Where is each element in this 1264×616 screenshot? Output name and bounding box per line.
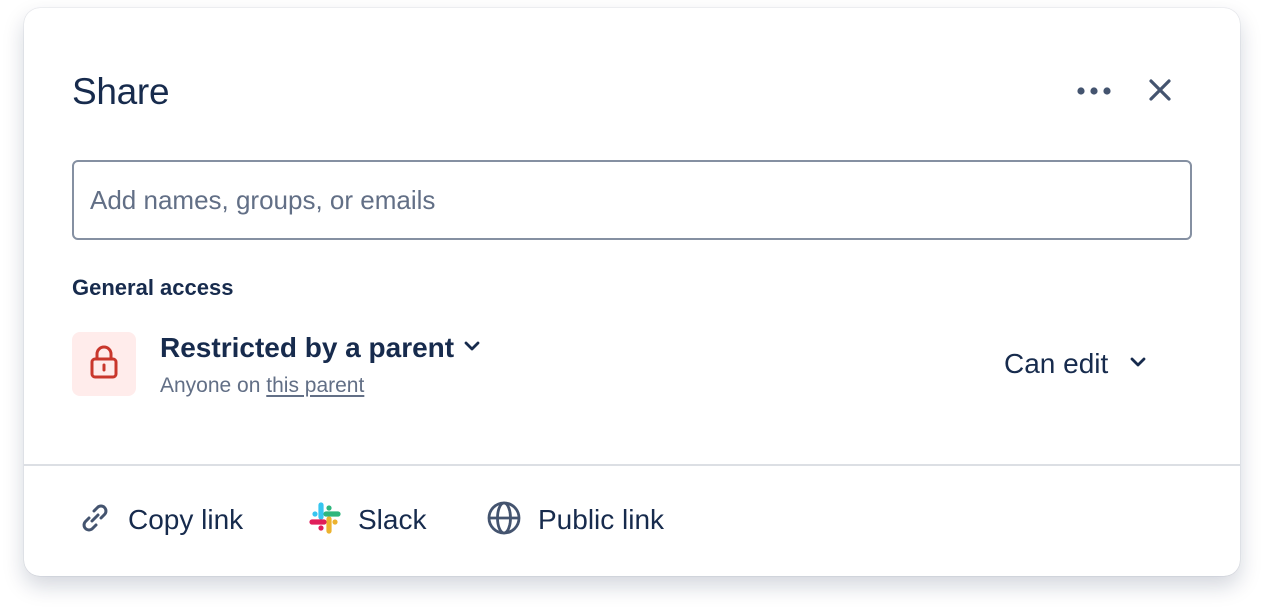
general-access-label: General access bbox=[72, 275, 234, 300]
copy-link-button[interactable]: Copy link bbox=[78, 496, 243, 544]
copy-link-label: Copy link bbox=[128, 504, 244, 535]
permission-label: Can edit bbox=[1004, 348, 1109, 379]
globe-icon bbox=[486, 500, 522, 541]
chevron-down-icon bbox=[464, 339, 480, 357]
slack-icon bbox=[308, 501, 342, 540]
access-icon-tile bbox=[72, 332, 136, 396]
general-access-title: Restricted by a parent bbox=[160, 332, 455, 363]
permission-dropdown[interactable]: Can edit bbox=[992, 342, 1158, 386]
slack-label: Slack bbox=[358, 504, 427, 535]
close-button[interactable] bbox=[1136, 68, 1184, 116]
subtitle-prefix: Anyone on bbox=[160, 374, 267, 397]
public-link-label: Public link bbox=[538, 504, 665, 535]
more-horizontal-icon bbox=[1076, 83, 1116, 101]
close-icon bbox=[1149, 78, 1171, 106]
dialog-title: Share bbox=[72, 71, 170, 112]
more-options-button[interactable] bbox=[1072, 68, 1120, 116]
footer-divider bbox=[24, 464, 1240, 466]
lock-icon bbox=[89, 344, 119, 385]
general-access-subtitle: Anyone on this parent bbox=[160, 372, 364, 400]
public-link-button[interactable]: Public link bbox=[486, 496, 664, 544]
add-people-input[interactable] bbox=[72, 160, 1192, 240]
general-access-dropdown[interactable]: Restricted by a parent bbox=[160, 330, 480, 366]
parent-link[interactable]: this parent bbox=[266, 374, 364, 397]
share-dialog: Share General access Restrict bbox=[24, 8, 1240, 576]
link-icon bbox=[78, 501, 112, 540]
slack-button[interactable]: Slack bbox=[308, 496, 426, 544]
chevron-down-icon bbox=[1130, 355, 1146, 373]
